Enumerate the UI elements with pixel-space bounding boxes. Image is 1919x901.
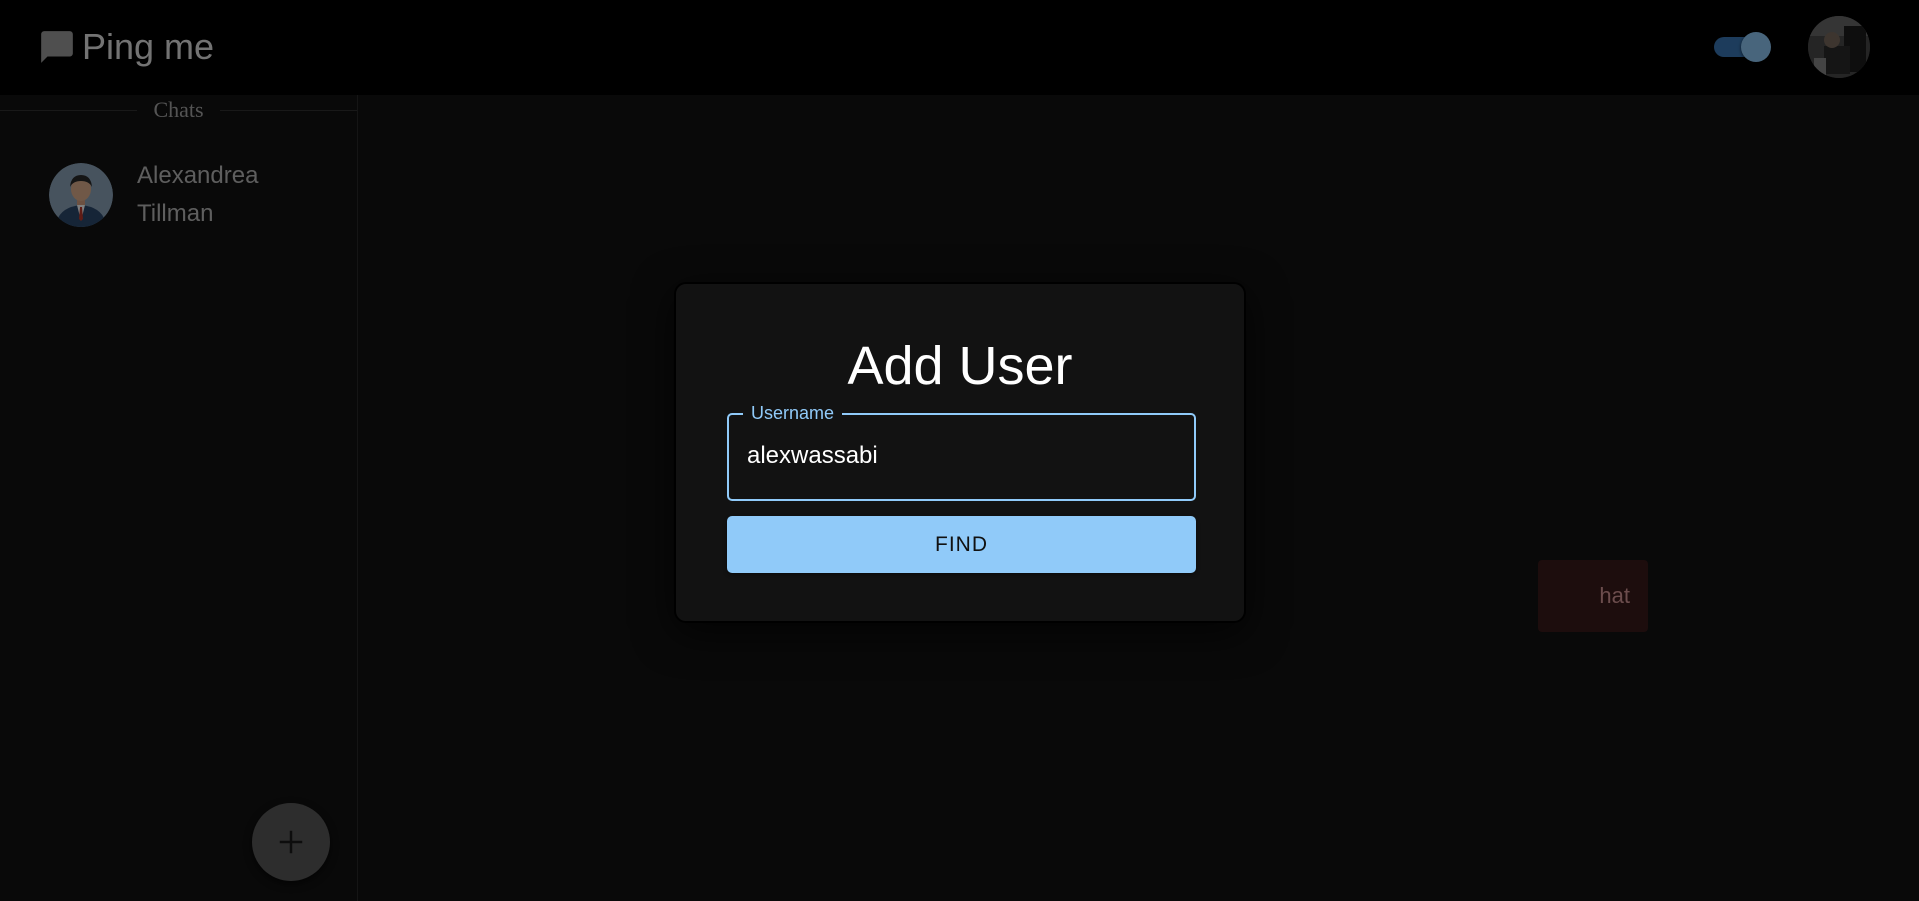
username-input[interactable] [747, 435, 1167, 477]
find-button[interactable]: FIND [727, 516, 1196, 573]
username-label: Username [743, 403, 843, 423]
add-user-dialog: Add User Username FIND [674, 282, 1246, 623]
dialog-title: Add User [847, 336, 1073, 396]
app-root: Ping me Chats [0, 0, 1919, 901]
username-field[interactable]: Username [727, 403, 1196, 501]
